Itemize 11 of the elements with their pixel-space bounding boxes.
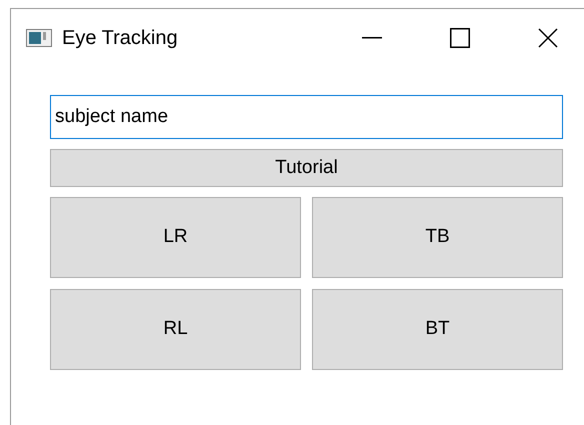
direction-button[interactable]: LR (50, 197, 301, 278)
app-icon (26, 29, 52, 47)
direction-button[interactable]: BT (312, 289, 563, 370)
name-field[interactable]: subject name (50, 95, 563, 139)
maximize-icon (450, 28, 470, 48)
close-icon (538, 28, 558, 48)
window-title: Eye Tracking (62, 28, 178, 48)
direction-button[interactable]: TB (312, 197, 563, 278)
tutorial-button[interactable]: Tutorial (50, 149, 563, 187)
direction-button[interactable]: RL (50, 289, 301, 370)
minimize-icon (362, 37, 382, 39)
